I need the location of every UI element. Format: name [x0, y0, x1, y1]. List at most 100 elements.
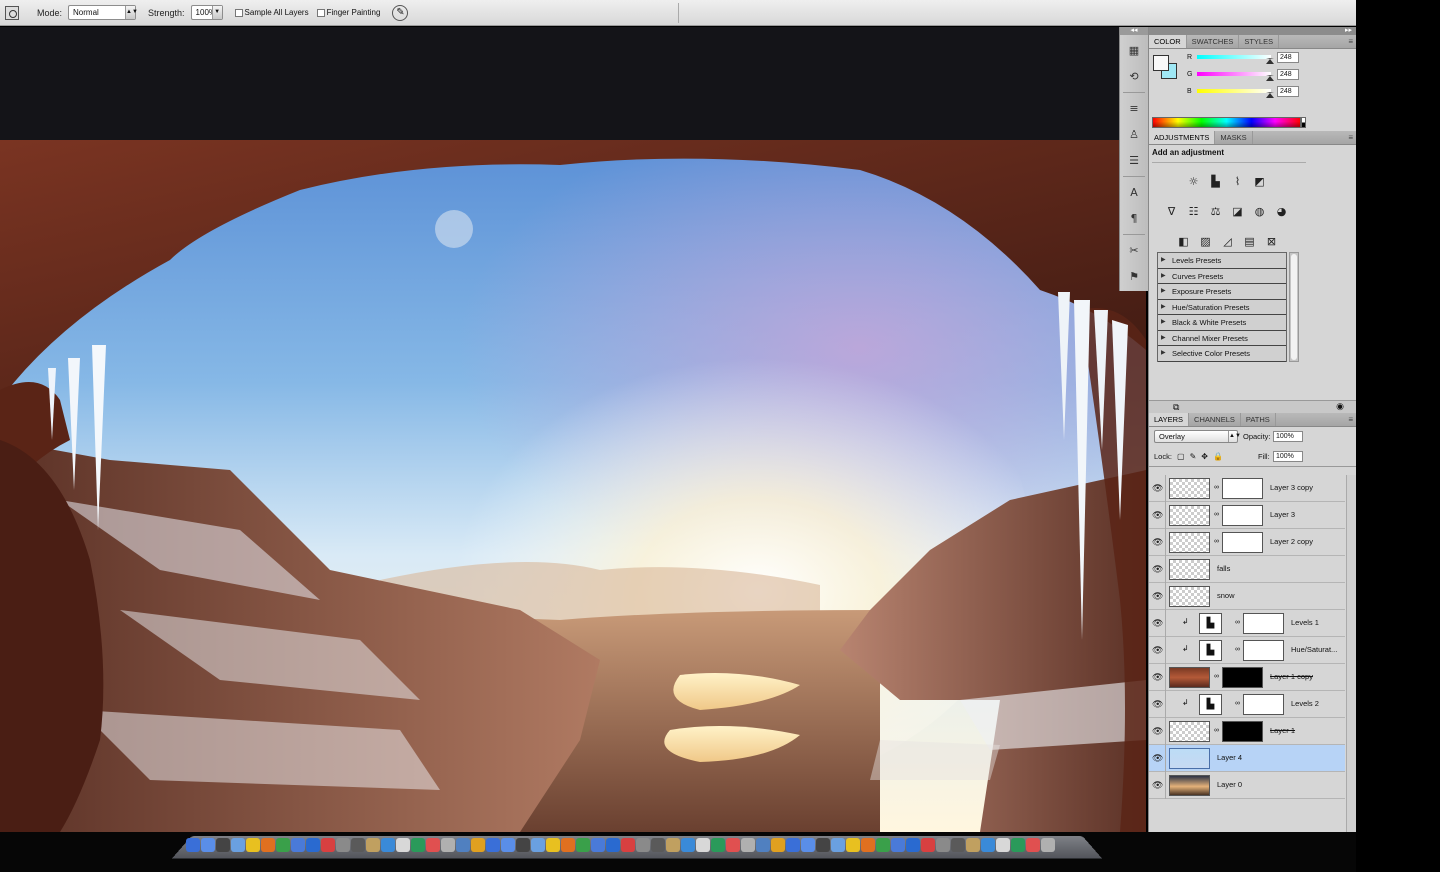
stamp-icon[interactable]: ⚑: [1124, 267, 1144, 287]
visibility-eye-icon[interactable]: 👁: [1152, 483, 1163, 494]
red-slider[interactable]: [1197, 55, 1274, 64]
layer-row[interactable]: 👁 ∞ Layer 1: [1149, 718, 1345, 745]
dock-app-icon[interactable]: [471, 838, 485, 852]
dock-app-icon[interactable]: [381, 838, 395, 852]
tools-icon[interactable]: ✂: [1124, 241, 1144, 261]
dock-app-icon[interactable]: [801, 838, 815, 852]
layer-name[interactable]: Layer 4: [1217, 753, 1242, 762]
dock-app-icon[interactable]: [456, 838, 470, 852]
layer-row[interactable]: 👁 ∞ Layer 3 copy: [1149, 475, 1345, 502]
preset-hue-saturation[interactable]: Hue/Saturation Presets: [1158, 300, 1286, 315]
dock-app-icon[interactable]: [966, 838, 980, 852]
preset-levels[interactable]: Levels Presets: [1158, 253, 1286, 269]
dock-app-icon[interactable]: [291, 838, 305, 852]
preset-exposure[interactable]: Exposure Presets: [1158, 284, 1286, 300]
layers-scrollbar[interactable]: [1346, 475, 1356, 845]
dock-app-icon[interactable]: [546, 838, 560, 852]
scroll-handle[interactable]: [1291, 254, 1297, 360]
dock-app-icon[interactable]: [621, 838, 635, 852]
lock-all-icon[interactable]: 🔒: [1213, 452, 1223, 461]
slider-thumb[interactable]: [1266, 92, 1274, 98]
dock-app-icon[interactable]: [681, 838, 695, 852]
dock-app-icon[interactable]: [531, 838, 545, 852]
invert-icon[interactable]: ◧: [1175, 233, 1192, 250]
layer-thumbnail[interactable]: [1169, 586, 1210, 607]
layer-name[interactable]: Layer 3: [1270, 510, 1295, 519]
preset-black-white[interactable]: Black & White Presets: [1158, 315, 1286, 331]
layer-thumbnail[interactable]: [1169, 775, 1210, 796]
tab-paths[interactable]: PATHS: [1241, 413, 1276, 426]
dock-app-icon[interactable]: [831, 838, 845, 852]
selective-color-icon[interactable]: ⊠: [1263, 233, 1280, 250]
dock-app-icon[interactable]: [231, 838, 245, 852]
dock-app-icon[interactable]: [696, 838, 710, 852]
dock-app-icon[interactable]: [606, 838, 620, 852]
tab-styles[interactable]: STYLES: [1239, 35, 1280, 48]
color-ramp[interactable]: [1152, 117, 1301, 128]
layer-thumbnail[interactable]: [1169, 505, 1210, 526]
layer-name[interactable]: Layer 1: [1270, 726, 1295, 735]
visibility-eye-icon[interactable]: 👁: [1152, 672, 1163, 683]
foreground-color-swatch[interactable]: [1153, 55, 1169, 71]
dock-app-icon[interactable]: [651, 838, 665, 852]
layer-name[interactable]: falls: [1217, 564, 1230, 573]
mask-link-icon[interactable]: ∞: [1214, 484, 1219, 491]
clone-source-icon[interactable]: ♙: [1124, 125, 1144, 145]
dock-app-icon[interactable]: [951, 838, 965, 852]
lock-position-icon[interactable]: ✥: [1201, 452, 1208, 461]
blue-slider[interactable]: [1197, 89, 1274, 98]
tab-swatches[interactable]: SWATCHES: [1187, 35, 1240, 48]
layer-name[interactable]: Layer 0: [1217, 780, 1242, 789]
tab-layers[interactable]: LAYERS: [1149, 413, 1190, 426]
mini-bridge-icon[interactable]: ▦: [1124, 41, 1144, 61]
dock-app-icon[interactable]: [726, 838, 740, 852]
layer-name[interactable]: Levels 2: [1291, 699, 1319, 708]
dock-app-icon[interactable]: [321, 838, 335, 852]
layer-mask-thumbnail[interactable]: [1222, 667, 1263, 688]
layer-row[interactable]: 👁 ↲ ▙ ∞ Levels 1: [1149, 610, 1345, 637]
preset-channel-mixer[interactable]: Channel Mixer Presets: [1158, 331, 1286, 346]
opacity-field[interactable]: 100%: [1273, 431, 1303, 442]
tab-channels[interactable]: CHANNELS: [1189, 413, 1241, 426]
clip-to-layer-icon[interactable]: ⧉: [1173, 402, 1179, 413]
layer-row[interactable]: 👁 Layer 0: [1149, 772, 1345, 799]
dock-app-icon[interactable]: [846, 838, 860, 852]
layer-thumbnail[interactable]: [1169, 478, 1210, 499]
panel-menu-icon[interactable]: ≡: [1348, 131, 1353, 145]
checkbox-box[interactable]: [316, 8, 325, 17]
layer-row[interactable]: 👁 ∞ Layer 3: [1149, 502, 1345, 529]
layer-thumbnail[interactable]: [1169, 667, 1210, 688]
history-icon[interactable]: ⟲: [1124, 67, 1144, 87]
dock-app-icon[interactable]: [891, 838, 905, 852]
tool-preset-icon[interactable]: [5, 5, 19, 20]
layer-row[interactable]: 👁 ∞ Layer 1 copy: [1149, 664, 1345, 691]
green-value-field[interactable]: 248: [1277, 68, 1299, 80]
strength-field[interactable]: 100% ▼: [190, 5, 223, 20]
layer-mask-thumbnail[interactable]: [1243, 694, 1284, 715]
visibility-eye-icon[interactable]: 👁: [1152, 591, 1163, 602]
layer-name[interactable]: Hue/Saturat...: [1291, 645, 1337, 654]
dock-app-icon[interactable]: [276, 838, 290, 852]
slider-thumb[interactable]: [1266, 58, 1274, 64]
gradient-map-icon[interactable]: ▤: [1241, 233, 1258, 250]
character-icon[interactable]: A: [1124, 183, 1144, 203]
panel-collapse-icon[interactable]: ▸▸: [1149, 27, 1356, 35]
layer-row[interactable]: 👁 ↲ ▙ ∞ Levels 2: [1149, 691, 1345, 718]
layer-mask-thumbnail[interactable]: [1222, 478, 1263, 499]
lock-image-icon[interactable]: ✎: [1190, 452, 1197, 461]
dock-app-icon[interactable]: [351, 838, 365, 852]
vibrance-icon[interactable]: ∇: [1163, 203, 1180, 220]
dock-app-icon[interactable]: [441, 838, 455, 852]
channel-mixer-icon[interactable]: ◕: [1273, 203, 1290, 220]
mask-link-icon[interactable]: ∞: [1235, 700, 1240, 707]
dock-app-icon[interactable]: [921, 838, 935, 852]
layer-thumbnail[interactable]: [1169, 532, 1210, 553]
brush-presets-icon[interactable]: ≡: [1124, 99, 1144, 119]
color-balance-icon[interactable]: ⚖: [1207, 203, 1224, 220]
tool-presets-icon[interactable]: ☰: [1124, 151, 1144, 171]
dock-app-icon[interactable]: [186, 838, 200, 852]
mask-link-icon[interactable]: ∞: [1235, 619, 1240, 626]
collapse-icon[interactable]: ◂◂: [1120, 27, 1148, 35]
dock-app-icon[interactable]: [711, 838, 725, 852]
dock-app-icon[interactable]: [216, 838, 230, 852]
